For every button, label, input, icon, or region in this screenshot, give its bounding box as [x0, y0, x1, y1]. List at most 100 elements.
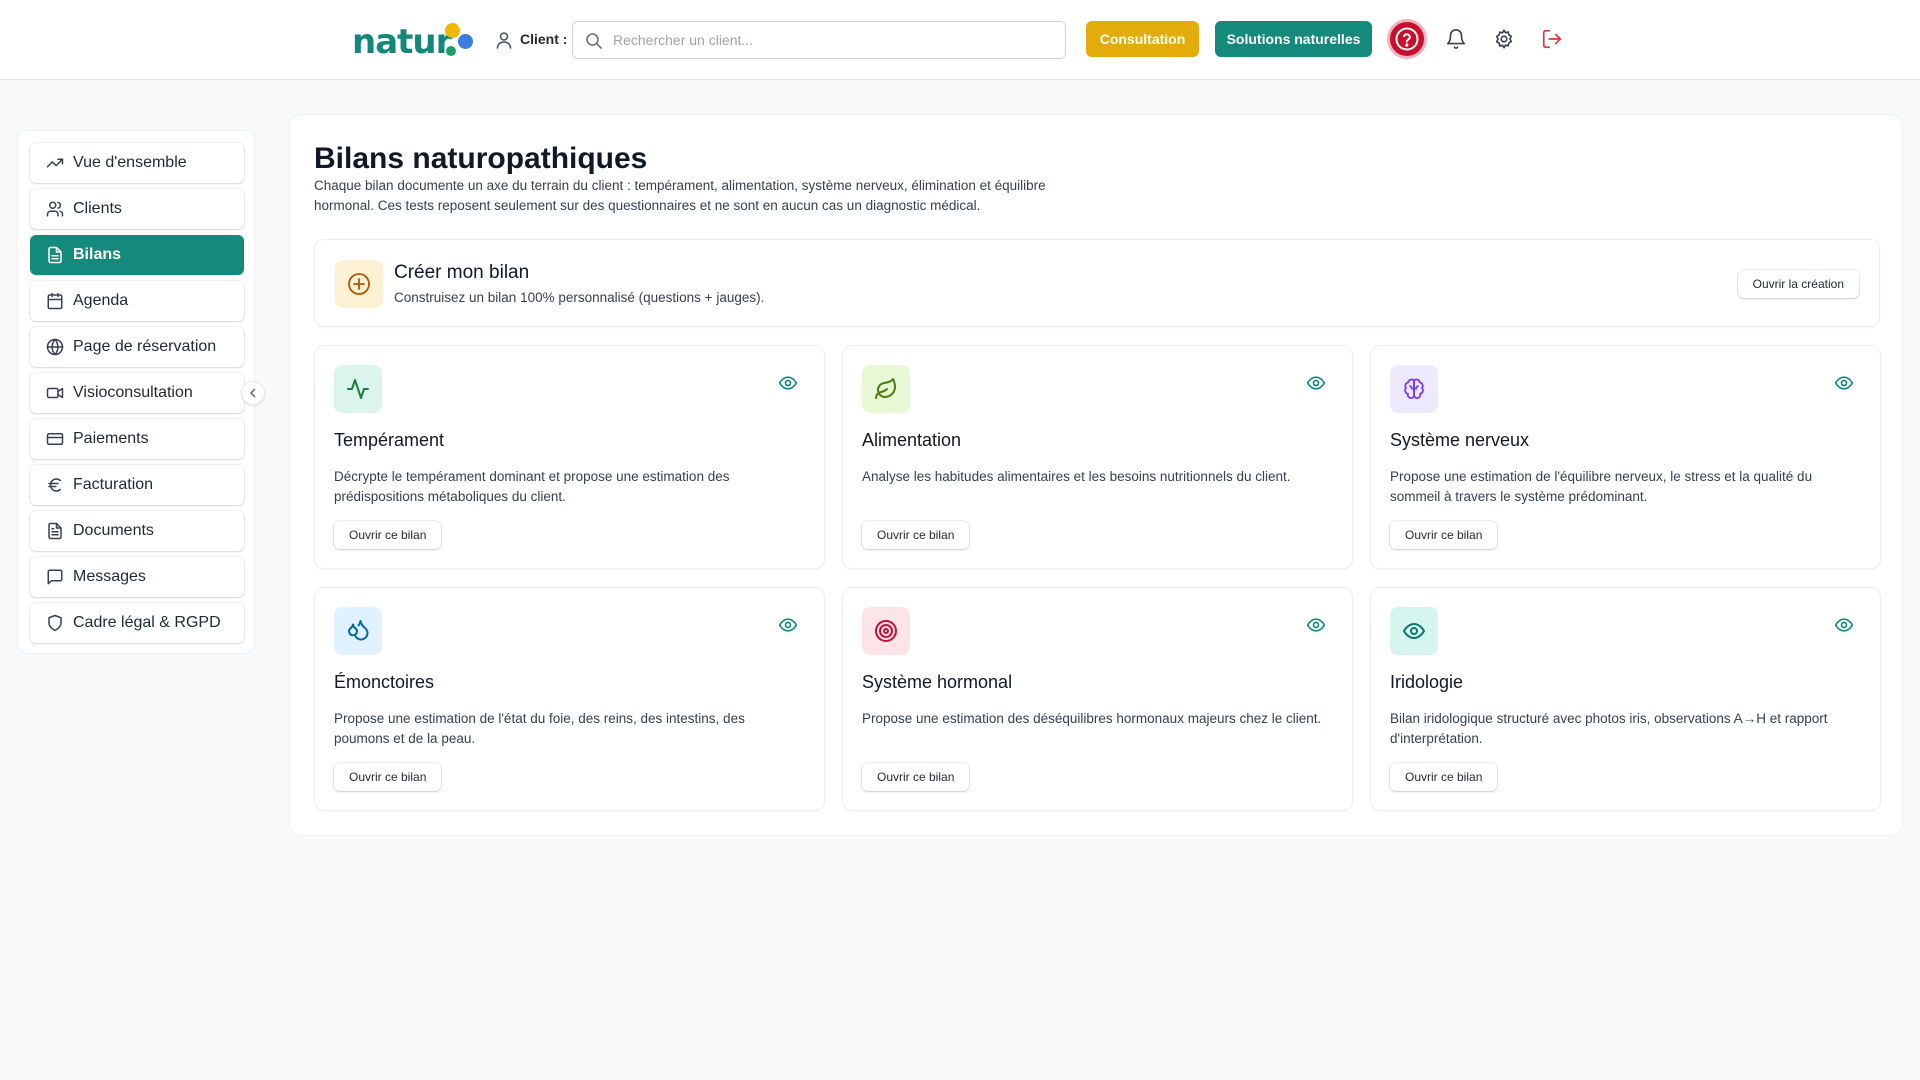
open-bilan-button[interactable]: Ouvrir ce bilan [1390, 521, 1498, 549]
card-description: Analyse les habitudes alimentaires et le… [862, 469, 1291, 484]
sidebar-item-agenda[interactable]: Agenda [30, 281, 244, 321]
activity-icon [347, 379, 369, 399]
sidebar-item-paiements[interactable]: Paiements [30, 419, 244, 459]
help-icon [1395, 27, 1419, 51]
card-description: Propose une estimation de l'équilibre ne… [1390, 469, 1813, 504]
card-description: Propose une estimation des déséquilibres… [862, 711, 1322, 726]
leaf-icon [875, 378, 896, 399]
card-title: Système hormonal [862, 672, 1013, 692]
trending-up-icon [46, 158, 64, 168]
sidebar-item-vue-ensemble[interactable]: Vue d'ensemble [30, 143, 244, 183]
card-title: Système nerveux [1390, 430, 1530, 450]
document-icon [48, 522, 62, 540]
droplets-icon [348, 620, 369, 641]
logo-dot-blue [458, 34, 473, 49]
sidebar-item-label: Cadre légal & RGPD [73, 614, 221, 631]
card-icon-box [862, 607, 910, 655]
bell-icon[interactable] [1445, 28, 1467, 50]
sidebar-item-label: Vue d'ensemble [73, 154, 187, 171]
card-icon-box [862, 365, 910, 413]
card-icon-box [1390, 365, 1438, 413]
bilan-card-emonctoires: Émonctoires Propose une estimation de l'… [314, 587, 825, 811]
open-bilan-button[interactable]: Ouvrir ce bilan [862, 521, 970, 549]
sidebar: Vue d'ensemble Clients Bilans Agenda Pag… [17, 130, 265, 654]
gear-icon[interactable] [1493, 28, 1515, 50]
bilan-card-systeme-nerveux: Système nerveux Propose une estimation d… [1370, 345, 1881, 569]
open-bilan-button[interactable]: Ouvrir ce bilan [334, 521, 442, 549]
chevron-left-icon [250, 388, 256, 398]
bilan-card-systeme-hormonal: Système hormonal Propose une estimation … [842, 587, 1353, 811]
message-icon [47, 569, 63, 585]
create-icon-box [335, 260, 383, 308]
help-button[interactable] [1387, 19, 1427, 59]
globe-icon [46, 338, 64, 356]
sidebar-item-label: Page de réservation [73, 338, 217, 355]
card-description: Propose une estimation de l'état du foie… [334, 711, 745, 746]
bilan-card-alimentation: Alimentation Analyse les habitudes alime… [842, 345, 1353, 569]
create-bilan-title: Créer mon bilan [394, 262, 530, 283]
eye-icon[interactable] [1306, 615, 1326, 635]
sidebar-item-messages[interactable]: Messages [30, 557, 244, 597]
create-bilan-card: Créer mon bilan Construisez un bilan 100… [314, 239, 1880, 327]
card-icon-box [334, 365, 382, 413]
sidebar-item-cadre-legal[interactable]: Cadre légal & RGPD [30, 603, 244, 643]
natur-logo[interactable]: natur [352, 18, 482, 62]
card-title: Tempérament [334, 430, 445, 450]
open-bilan-button[interactable]: Ouvrir ce bilan [862, 763, 970, 791]
brain-icon [1404, 378, 1424, 399]
open-creation-button[interactable]: Ouvrir la création [1737, 270, 1859, 298]
eye-icon[interactable] [1834, 373, 1854, 393]
logo-text: natur [352, 22, 452, 62]
logo-dot-green [446, 46, 456, 56]
open-bilan-button[interactable]: Ouvrir ce bilan [1390, 763, 1498, 791]
card-description: Décrypte le tempérament dominant et prop… [334, 469, 730, 504]
card-title: Émonctoires [334, 672, 435, 692]
sidebar-item-documents[interactable]: Documents [30, 511, 244, 551]
card-icon-box [1390, 607, 1438, 655]
app-header: natur Client : Consultation Solutions na… [0, 0, 1920, 80]
client-search-input[interactable] [613, 22, 1053, 58]
eye-icon[interactable] [778, 373, 798, 393]
users-icon [46, 201, 64, 217]
create-bilan-description: Construisez un bilan 100% personnalisé (… [394, 290, 765, 305]
search-icon [586, 33, 602, 49]
sidebar-item-page-reservation[interactable]: Page de réservation [30, 327, 244, 367]
video-icon [46, 387, 64, 399]
logout-icon[interactable] [1541, 28, 1563, 50]
sidebar-item-label: Documents [73, 522, 154, 539]
card-icon-box [334, 607, 382, 655]
credit-card-icon [46, 433, 64, 445]
user-icon [496, 32, 512, 49]
page-title: Bilans naturopathiques [314, 142, 648, 175]
calendar-icon [47, 292, 63, 310]
page-description: Chaque bilan documente un axe du terrain… [314, 178, 1046, 213]
sidebar-item-label: Facturation [73, 476, 154, 493]
sidebar-collapse-button[interactable] [241, 381, 265, 405]
eye-icon[interactable] [778, 615, 798, 635]
sidebar-item-clients[interactable]: Clients [30, 189, 244, 229]
card-description: Bilan iridologique structuré avec photos… [1390, 711, 1828, 746]
eye-icon[interactable] [1306, 373, 1326, 393]
consultation-button[interactable]: Consultation [1086, 21, 1199, 57]
sidebar-item-label: Messages [73, 568, 146, 585]
open-bilan-button[interactable]: Ouvrir ce bilan [334, 763, 442, 791]
sidebar-item-label: Visioconsultation [73, 384, 193, 401]
card-title: Iridologie [1390, 672, 1464, 692]
shield-icon [48, 614, 62, 632]
sidebar-item-bilans[interactable]: Bilans [30, 235, 244, 275]
sidebar-item-visioconsultation[interactable]: Visioconsultation [30, 373, 244, 413]
file-text-icon [48, 246, 62, 264]
eye-icon [1403, 623, 1425, 639]
eye-icon[interactable] [1834, 615, 1854, 635]
bilan-card-temperament: Tempérament Décrypte le tempérament domi… [314, 345, 825, 569]
client-label: Client : [520, 31, 568, 47]
solutions-naturelles-button[interactable]: Solutions naturelles [1215, 21, 1372, 57]
logo-dot-yellow [445, 23, 460, 38]
sidebar-item-label: Clients [73, 200, 122, 217]
card-title: Alimentation [862, 430, 962, 450]
sidebar-item-label: Agenda [73, 292, 129, 309]
client-search[interactable] [572, 21, 1066, 59]
sidebar-item-label: Bilans [73, 246, 122, 263]
plus-circle-icon [348, 273, 370, 295]
sidebar-item-facturation[interactable]: Facturation [30, 465, 244, 505]
